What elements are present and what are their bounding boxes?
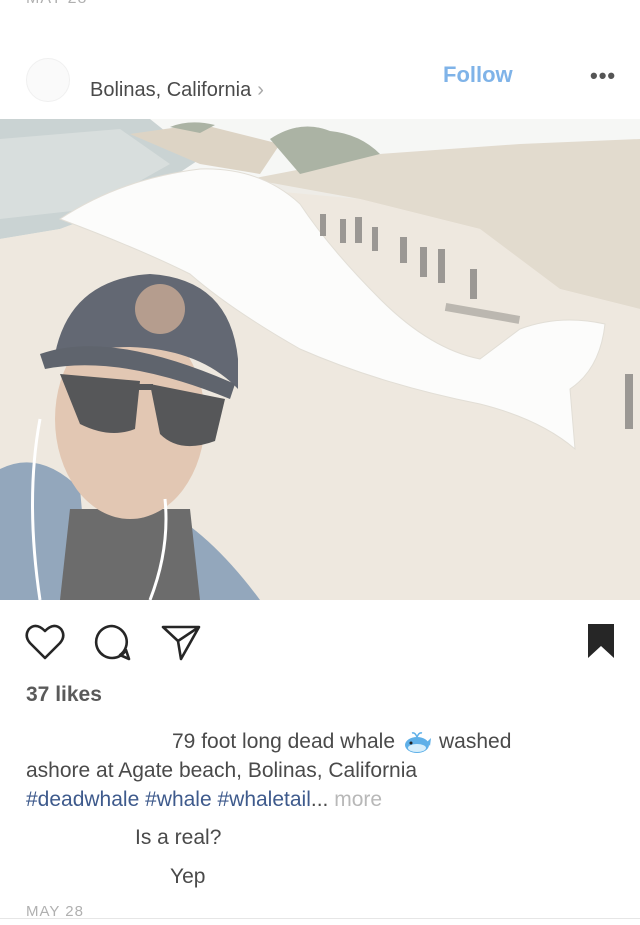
location-link[interactable]: Bolinas, California › [90, 79, 264, 102]
bookmark-icon[interactable] [586, 622, 616, 665]
post-actions [0, 614, 640, 670]
likes-count[interactable]: 37 likes [26, 683, 102, 707]
post-caption: 79 foot long dead whale washed ashore at… [26, 727, 616, 814]
comment-item: Yep [170, 865, 206, 888]
post-header: Bolinas, California › Follow ••• [0, 50, 640, 118]
whale-icon [403, 730, 432, 754]
caption-text-end: washed [439, 730, 512, 753]
heart-icon[interactable] [24, 622, 66, 667]
more-options-icon[interactable]: ••• [590, 63, 616, 89]
chevron-right-icon: › [257, 79, 264, 101]
post-photo-image [0, 119, 640, 600]
comment-item: Is a real? [135, 826, 222, 849]
send-icon[interactable] [160, 622, 202, 667]
comment-bubble-icon[interactable] [92, 622, 132, 667]
caption-line2: ashore at Agate beach, Bolinas, Californ… [26, 759, 418, 782]
avatar[interactable] [26, 58, 70, 102]
previous-post-date: MAY 28 [26, 0, 87, 8]
caption-ellipsis: ... [310, 788, 329, 811]
location-label: Bolinas, California [90, 79, 252, 101]
post-photo[interactable] [0, 119, 640, 600]
caption-hashtags[interactable]: #deadwhale #whale #whaletail [26, 788, 311, 811]
caption-text-start: 79 foot long dead whale [172, 730, 396, 753]
follow-button[interactable]: Follow [443, 62, 513, 88]
caption-more-link[interactable]: more [334, 788, 382, 811]
divider [0, 918, 640, 919]
